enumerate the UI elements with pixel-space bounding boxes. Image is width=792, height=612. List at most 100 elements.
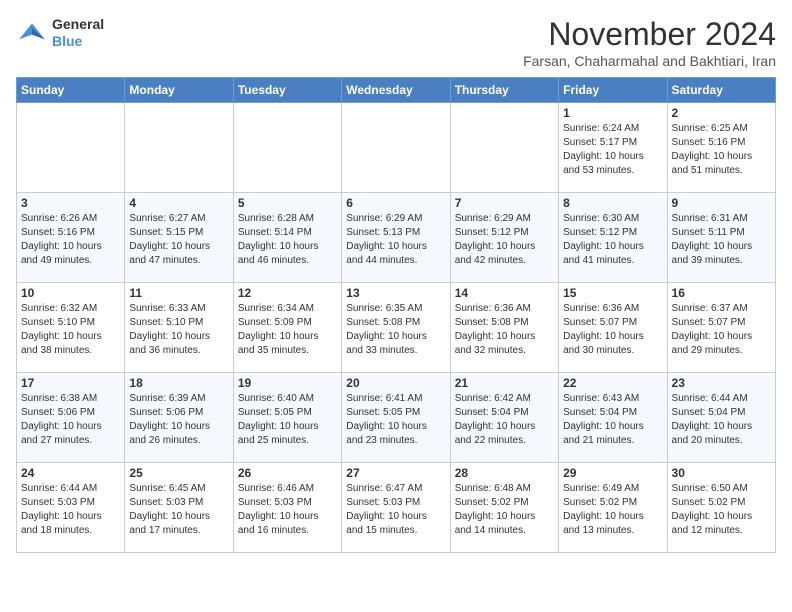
calendar-cell: 25Sunrise: 6:45 AM Sunset: 5:03 PM Dayli… — [125, 463, 233, 553]
calendar-cell: 11 Sunrise: 6:33 AM Sunset: 5:10 PM Dayli… — [125, 283, 233, 373]
logo: General Blue — [16, 16, 104, 50]
day-info: Sunrise: 6:41 AM Sunset: 5:05 PM Dayligh… — [346, 392, 445, 448]
day-info: Sunrise: 6:32 AM Sunset: 5:10 PM Dayligh… — [21, 302, 120, 358]
day-info: Sunrise: 6:34 AM Sunset: 5:09 PM Dayligh… — [238, 302, 337, 358]
logo-text: General Blue — [52, 16, 104, 50]
weekday-header: Saturday — [667, 78, 775, 103]
day-number: 24 — [21, 466, 120, 480]
weekday-header: Thursday — [450, 78, 558, 103]
day-info: Sunrise: 6:28 AM Sunset: 5:14 PM Dayligh… — [238, 212, 337, 268]
day-number: 23 — [672, 376, 771, 390]
calendar-cell: 13Sunrise: 6:35 AM Sunset: 5:08 PM Dayli… — [342, 283, 450, 373]
calendar-cell: 7 Sunrise: 6:29 AM Sunset: 5:12 PM Daylig… — [450, 193, 558, 283]
day-number: 22 — [563, 376, 662, 390]
day-info: Sunrise: 6:24 AM Sunset: 5:17 PM Dayligh… — [563, 122, 662, 178]
day-number: 9 — [672, 196, 771, 210]
calendar-cell: 4Sunrise: 6:27 AM Sunset: 5:15 PM Daylig… — [125, 193, 233, 283]
day-number: 7 — [455, 196, 554, 210]
calendar-cell — [342, 103, 450, 193]
calendar-cell: 30 Sunrise: 6:50 AM Sunset: 5:02 PM Dayli… — [667, 463, 775, 553]
day-number: 5 — [238, 196, 337, 210]
calendar-cell: 23 Sunrise: 6:44 AM Sunset: 5:04 PM Dayli… — [667, 373, 775, 463]
calendar-cell: 18 Sunrise: 6:39 AM Sunset: 5:06 PM Dayli… — [125, 373, 233, 463]
calendar-cell: 15Sunrise: 6:36 AM Sunset: 5:07 PM Dayli… — [559, 283, 667, 373]
weekday-header: Friday — [559, 78, 667, 103]
calendar-cell: 3 Sunrise: 6:26 AM Sunset: 5:16 PM Daylig… — [17, 193, 125, 283]
calendar-cell: 8Sunrise: 6:30 AM Sunset: 5:12 PM Daylig… — [559, 193, 667, 283]
calendar-cell: 12 Sunrise: 6:34 AM Sunset: 5:09 PM Dayli… — [233, 283, 341, 373]
calendar-cell: 29Sunrise: 6:49 AM Sunset: 5:02 PM Dayli… — [559, 463, 667, 553]
day-number: 28 — [455, 466, 554, 480]
calendar-cell — [17, 103, 125, 193]
day-number: 26 — [238, 466, 337, 480]
day-number: 27 — [346, 466, 445, 480]
calendar-cell — [125, 103, 233, 193]
day-number: 14 — [455, 286, 554, 300]
day-info: Sunrise: 6:43 AM Sunset: 5:04 PM Dayligh… — [563, 392, 662, 448]
day-info: Sunrise: 6:33 AM Sunset: 5:10 PM Dayligh… — [129, 302, 228, 358]
weekday-header: Wednesday — [342, 78, 450, 103]
calendar-cell: 2 Sunrise: 6:25 AM Sunset: 5:16 PM Daylig… — [667, 103, 775, 193]
day-number: 16 — [672, 286, 771, 300]
calendar-cell: 28 Sunrise: 6:48 AM Sunset: 5:02 PM Dayli… — [450, 463, 558, 553]
day-info: Sunrise: 6:35 AM Sunset: 5:08 PM Dayligh… — [346, 302, 445, 358]
day-info: Sunrise: 6:38 AM Sunset: 5:06 PM Dayligh… — [21, 392, 120, 448]
calendar-cell: 19Sunrise: 6:40 AM Sunset: 5:05 PM Dayli… — [233, 373, 341, 463]
day-number: 10 — [21, 286, 120, 300]
day-number: 12 — [238, 286, 337, 300]
calendar-cell: 22 Sunrise: 6:43 AM Sunset: 5:04 PM Dayli… — [559, 373, 667, 463]
calendar-cell: 27 Sunrise: 6:47 AM Sunset: 5:03 PM Dayli… — [342, 463, 450, 553]
day-number: 20 — [346, 376, 445, 390]
day-info: Sunrise: 6:26 AM Sunset: 5:16 PM Dayligh… — [21, 212, 120, 268]
day-info: Sunrise: 6:42 AM Sunset: 5:04 PM Dayligh… — [455, 392, 554, 448]
location-subtitle: Farsan, Chaharmahal and Bakhtiari, Iran — [523, 53, 776, 69]
day-info: Sunrise: 6:44 AM Sunset: 5:03 PM Dayligh… — [21, 482, 120, 538]
calendar-cell: 24 Sunrise: 6:44 AM Sunset: 5:03 PM Dayli… — [17, 463, 125, 553]
day-info: Sunrise: 6:29 AM Sunset: 5:13 PM Dayligh… — [346, 212, 445, 268]
day-number: 17 — [21, 376, 120, 390]
page-header: General Blue November 2024 Farsan, Chaha… — [16, 16, 776, 69]
calendar-body: 1 Sunrise: 6:24 AM Sunset: 5:17 PM Daylig… — [17, 103, 776, 553]
calendar-table: SundayMondayTuesdayWednesdayThursdayFrid… — [16, 77, 776, 553]
weekday-header: Sunday — [17, 78, 125, 103]
weekday-header: Tuesday — [233, 78, 341, 103]
logo-icon — [16, 17, 48, 49]
day-number: 3 — [21, 196, 120, 210]
calendar-row: 10 Sunrise: 6:32 AM Sunset: 5:10 PM Dayli… — [17, 283, 776, 373]
day-number: 29 — [563, 466, 662, 480]
calendar-cell: 1 Sunrise: 6:24 AM Sunset: 5:17 PM Daylig… — [559, 103, 667, 193]
calendar-row: 17 Sunrise: 6:38 AM Sunset: 5:06 PM Dayli… — [17, 373, 776, 463]
calendar-cell: 21Sunrise: 6:42 AM Sunset: 5:04 PM Dayli… — [450, 373, 558, 463]
day-number: 11 — [129, 286, 228, 300]
calendar-cell: 5 Sunrise: 6:28 AM Sunset: 5:14 PM Daylig… — [233, 193, 341, 283]
day-number: 30 — [672, 466, 771, 480]
day-info: Sunrise: 6:25 AM Sunset: 5:16 PM Dayligh… — [672, 122, 771, 178]
day-info: Sunrise: 6:47 AM Sunset: 5:03 PM Dayligh… — [346, 482, 445, 538]
weekday-header: Monday — [125, 78, 233, 103]
calendar-cell: 9Sunrise: 6:31 AM Sunset: 5:11 PM Daylig… — [667, 193, 775, 283]
calendar-cell: 17 Sunrise: 6:38 AM Sunset: 5:06 PM Dayli… — [17, 373, 125, 463]
day-info: Sunrise: 6:48 AM Sunset: 5:02 PM Dayligh… — [455, 482, 554, 538]
day-number: 15 — [563, 286, 662, 300]
day-number: 1 — [563, 106, 662, 120]
day-number: 18 — [129, 376, 228, 390]
day-info: Sunrise: 6:37 AM Sunset: 5:07 PM Dayligh… — [672, 302, 771, 358]
day-number: 2 — [672, 106, 771, 120]
calendar-cell: 16 Sunrise: 6:37 AM Sunset: 5:07 PM Dayli… — [667, 283, 775, 373]
calendar-row: 3 Sunrise: 6:26 AM Sunset: 5:16 PM Daylig… — [17, 193, 776, 283]
calendar-row: 1 Sunrise: 6:24 AM Sunset: 5:17 PM Daylig… — [17, 103, 776, 193]
calendar-cell — [450, 103, 558, 193]
month-title: November 2024 — [523, 16, 776, 53]
calendar-cell: 6 Sunrise: 6:29 AM Sunset: 5:13 PM Daylig… — [342, 193, 450, 283]
day-info: Sunrise: 6:36 AM Sunset: 5:08 PM Dayligh… — [455, 302, 554, 358]
day-number: 8 — [563, 196, 662, 210]
day-info: Sunrise: 6:44 AM Sunset: 5:04 PM Dayligh… — [672, 392, 771, 448]
day-info: Sunrise: 6:46 AM Sunset: 5:03 PM Dayligh… — [238, 482, 337, 538]
calendar-cell: 10 Sunrise: 6:32 AM Sunset: 5:10 PM Dayli… — [17, 283, 125, 373]
calendar-header-row: SundayMondayTuesdayWednesdayThursdayFrid… — [17, 78, 776, 103]
day-info: Sunrise: 6:39 AM Sunset: 5:06 PM Dayligh… — [129, 392, 228, 448]
day-info: Sunrise: 6:50 AM Sunset: 5:02 PM Dayligh… — [672, 482, 771, 538]
day-info: Sunrise: 6:29 AM Sunset: 5:12 PM Dayligh… — [455, 212, 554, 268]
day-number: 6 — [346, 196, 445, 210]
calendar-cell: 26 Sunrise: 6:46 AM Sunset: 5:03 PM Dayli… — [233, 463, 341, 553]
